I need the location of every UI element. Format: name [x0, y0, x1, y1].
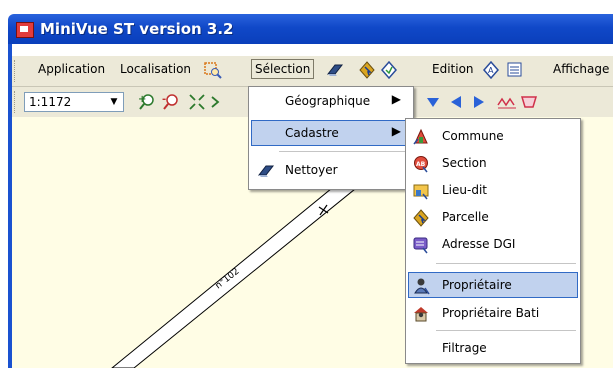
menu-item-parcelle[interactable]: Parcelle	[408, 205, 578, 231]
menu-item-nettoyer[interactable]: Nettoyer	[251, 158, 411, 184]
menu-item-label: Géographique	[285, 94, 371, 108]
menu-item-lieu-dit[interactable]: Lieu-dit	[408, 178, 578, 204]
app-icon[interactable]	[16, 22, 34, 38]
menu-item-label: Nettoyer	[285, 163, 338, 177]
zoom-in-icon[interactable]: +	[138, 93, 156, 111]
menubar-grip[interactable]	[14, 60, 18, 82]
menu-item-label: Commune	[442, 129, 504, 143]
arrow-down-icon[interactable]	[425, 93, 441, 111]
select-diamond-icon[interactable]	[358, 61, 376, 79]
parcelle-icon	[413, 209, 429, 227]
diamond-outline-icon[interactable]	[380, 61, 398, 79]
menu-item-cadastre[interactable]: Cadastre ▶	[251, 120, 411, 146]
lieu-dit-icon	[413, 184, 429, 200]
menu-separator	[436, 263, 576, 264]
submenu-arrow-icon: ▶	[391, 92, 401, 106]
svg-text:A: A	[488, 66, 494, 75]
section-icon: AB	[414, 156, 428, 173]
measure-area-icon[interactable]	[519, 93, 539, 111]
measure-line-icon[interactable]	[497, 93, 517, 111]
menu-item-label: Cadastre	[285, 126, 339, 140]
menu-item-label: Propriétaire	[442, 278, 512, 292]
svg-text:+: +	[138, 94, 146, 105]
toolbar-grip[interactable]	[14, 91, 18, 113]
selection-menu: Géographique ▶ Cadastre ▶ Nettoyer	[248, 86, 414, 190]
scale-select[interactable]: 1:1172 ▼	[24, 92, 124, 112]
svg-text:-: -	[162, 94, 166, 105]
menu-item-adresse-dgi[interactable]: Adresse DGI	[408, 232, 578, 258]
menu-item-section[interactable]: AB Section	[408, 151, 578, 177]
menu-item-proprietaire-bati[interactable]: Propriétaire Bati	[408, 301, 578, 327]
menu-item-label: Filtrage	[442, 341, 487, 355]
menu-item-label: Lieu-dit	[442, 183, 487, 197]
eraser-icon[interactable]	[326, 61, 344, 79]
cadastre-submenu: Commune AB Section Lieu-dit Parcelle Adr…	[405, 118, 581, 364]
adresse-icon	[413, 237, 428, 254]
scale-value: 1:1172	[29, 95, 72, 109]
more-tools-icon[interactable]	[210, 93, 220, 111]
menu-item-commune[interactable]: Commune	[408, 124, 578, 150]
arrow-right-icon[interactable]	[471, 93, 487, 111]
menu-separator	[436, 330, 576, 331]
application-window: MiniVue ST version 3.2 Application Local…	[0, 0, 613, 368]
eraser-icon	[257, 165, 275, 177]
menu-item-label: Propriétaire Bati	[442, 306, 540, 320]
title-bar[interactable]: MiniVue ST version 3.2	[8, 14, 613, 44]
chevron-down-icon[interactable]: ▼	[107, 94, 121, 110]
properties-icon[interactable]	[506, 61, 524, 79]
localisation-zoom-icon[interactable]	[204, 61, 222, 79]
menu-item-label: Adresse DGI	[442, 237, 516, 251]
menu-bar: Application Localisation Sélection Editi…	[12, 56, 613, 87]
arrow-left-icon[interactable]	[448, 93, 464, 111]
svg-text:AB: AB	[416, 161, 426, 168]
menu-item-geographique[interactable]: Géographique ▶	[251, 89, 411, 115]
menu-localisation[interactable]: Localisation	[120, 62, 191, 76]
zoom-out-icon[interactable]: -	[162, 93, 180, 111]
zoom-extent-icon[interactable]	[188, 93, 206, 111]
menu-item-filtrage[interactable]: Filtrage	[408, 336, 578, 362]
menu-selection[interactable]: Sélection	[251, 59, 315, 79]
menu-application[interactable]: Application	[38, 62, 105, 76]
diamond-a-icon[interactable]: A	[482, 61, 500, 79]
menu-separator	[279, 151, 409, 152]
menu-item-label: Parcelle	[442, 210, 489, 224]
menu-item-label: Section	[442, 156, 487, 170]
proprietaire-bati-icon	[414, 307, 428, 322]
menu-affichage[interactable]: Affichage	[553, 62, 609, 76]
menu-item-proprietaire[interactable]: Propriétaire	[408, 272, 578, 298]
menu-edition[interactable]: Edition	[432, 62, 474, 76]
commune-icon	[413, 128, 428, 145]
proprietaire-icon	[414, 278, 430, 295]
submenu-arrow-icon: ▶	[391, 124, 401, 138]
window-title: MiniVue ST version 3.2	[40, 20, 234, 38]
